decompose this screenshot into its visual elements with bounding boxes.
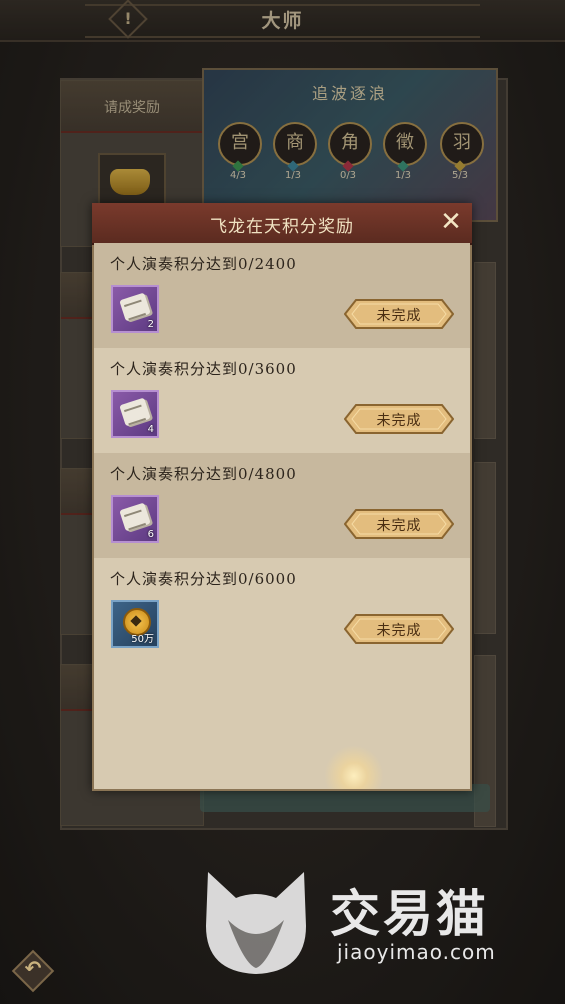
item-count: 6 — [147, 529, 154, 540]
reward-item[interactable]: 2 — [111, 285, 159, 333]
item-count: 2 — [147, 319, 154, 330]
dialog-header: 飞龙在天积分奖励 ✕ — [92, 203, 472, 245]
reward-row: 个人演奏积分达到0/3600 4 未完成 — [94, 348, 470, 453]
reward-requirement: 个人演奏积分达到0/2400 — [110, 255, 297, 273]
status-label: 未完成 — [376, 518, 422, 534]
status-label: 未完成 — [376, 308, 422, 324]
reward-item[interactable]: 4 — [111, 390, 159, 438]
cat-logo-icon — [206, 872, 306, 974]
watermark: 交易猫 jiaoyimao.com — [195, 862, 515, 980]
item-count: 4 — [147, 424, 154, 435]
close-button[interactable]: ✕ — [437, 209, 465, 237]
reward-item[interactable]: 6 — [111, 495, 159, 543]
status-button[interactable]: 未完成 — [344, 614, 454, 644]
watermark-url: jiaoyimao.com — [337, 940, 496, 964]
reward-row: 个人演奏积分达到0/6000 50万 未完成 — [94, 558, 470, 663]
coin-hole — [130, 615, 142, 627]
item-count: 50万 — [131, 634, 154, 645]
sparkle-effect — [324, 745, 384, 789]
reward-row: 个人演奏积分达到0/2400 2 未完成 — [94, 243, 470, 348]
reward-item[interactable]: 50万 — [111, 600, 159, 648]
reward-requirement: 个人演奏积分达到0/6000 — [110, 570, 297, 588]
back-arrow-icon: ↶ — [24, 956, 42, 980]
status-label: 未完成 — [376, 413, 422, 429]
reward-requirement: 个人演奏积分达到0/3600 — [110, 360, 297, 378]
reward-list: 个人演奏积分达到0/2400 2 未完成 个人演奏积分达到0/3600 4 未完… — [94, 243, 470, 663]
status-button[interactable]: 未完成 — [344, 299, 454, 329]
close-icon: ✕ — [440, 207, 462, 237]
reward-row: 个人演奏积分达到0/4800 6 未完成 — [94, 453, 470, 558]
status-label: 未完成 — [376, 623, 422, 639]
back-button[interactable]: ↶ — [10, 948, 56, 994]
status-button[interactable]: 未完成 — [344, 509, 454, 539]
status-button[interactable]: 未完成 — [344, 404, 454, 434]
game-screen: ! 大师 请成奖励 50 追波逐浪 宫 商 角 徵 羽 4/3 1/3 0/3 — [0, 0, 565, 1004]
score-reward-dialog: 飞龙在天积分奖励 ✕ 个人演奏积分达到0/2400 2 未完成 个人演奏积分达到… — [92, 203, 472, 791]
dialog-title: 飞龙在天积分奖励 — [210, 217, 354, 237]
reward-requirement: 个人演奏积分达到0/4800 — [110, 465, 297, 483]
watermark-brand: 交易猫 — [330, 885, 489, 943]
